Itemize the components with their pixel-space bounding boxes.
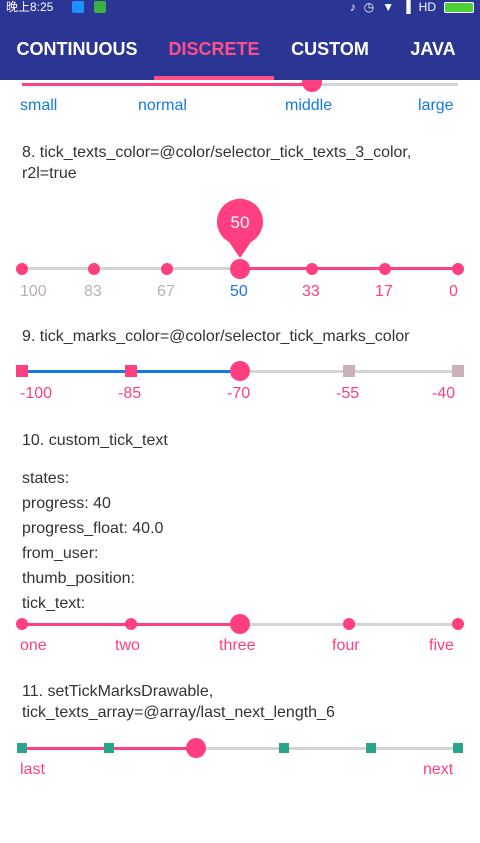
info-progress-float: progress_float: 40.0 — [22, 520, 164, 537]
tab-bar: CONTINUOUS DISCRETE CUSTOM JAVA — [0, 14, 480, 80]
wifi-icon: ▼ — [382, 0, 395, 14]
tick-mark-icon — [279, 743, 289, 753]
tab-discrete[interactable]: DISCRETE — [154, 14, 274, 80]
tick-label: 50 — [230, 283, 248, 300]
tick-label: two — [115, 637, 140, 654]
tick-label: 67 — [157, 283, 175, 300]
tick-label: four — [332, 637, 360, 654]
seekbar-7-progress — [22, 83, 312, 86]
tab-custom[interactable]: CUSTOM — [274, 14, 386, 80]
notification-icon — [72, 1, 84, 13]
section-10-title: 10. custom_tick_text — [22, 432, 168, 449]
tick-mark — [161, 263, 173, 275]
info-states: states: — [22, 470, 70, 487]
tick-mark — [16, 263, 28, 275]
tick-label: next — [423, 761, 454, 778]
tick-mark — [343, 365, 355, 377]
tick-mark — [452, 263, 464, 275]
tab-continuous[interactable]: CONTINUOUS — [0, 14, 154, 80]
seekbar-9-thumb[interactable] — [230, 361, 250, 381]
tick-mark — [343, 618, 355, 630]
tick-mark-icon — [104, 743, 114, 753]
scroll-content[interactable]: small normal middle large 8. tick_texts_… — [0, 80, 480, 843]
tick-mark — [16, 618, 28, 630]
seekbar-7[interactable] — [0, 80, 480, 120]
tab-java[interactable]: JAVA — [386, 14, 480, 80]
seekbar-11-thumb[interactable] — [186, 738, 206, 758]
tick-mark — [88, 263, 100, 275]
tick-label: -40 — [432, 385, 456, 402]
tick-label: -85 — [118, 385, 142, 402]
seekbar-8-track — [22, 267, 240, 270]
status-bar: 晚上8:25 ♪ ◷ ▼ ▐ HD — [0, 0, 480, 14]
section-9-title: 9. tick_marks_color=@color/selector_tick… — [22, 328, 410, 345]
info-tick-text: tick_text: — [22, 595, 86, 612]
seekbar-10-thumb[interactable] — [230, 614, 250, 634]
tick-mark — [452, 618, 464, 630]
section-11-title-line1: 11. setTickMarksDrawable, — [22, 683, 214, 700]
tick-label: 17 — [375, 283, 393, 300]
tick-mark — [379, 263, 391, 275]
battery-icon — [444, 1, 474, 13]
tick-label: normal — [138, 97, 187, 114]
seekbar-7-track — [312, 83, 458, 86]
tick-mark-icon — [453, 743, 463, 753]
wechat-icon — [94, 1, 106, 13]
indicator-text: 50 — [230, 213, 250, 232]
tick-label: large — [418, 97, 454, 114]
section-11-title-line2: tick_texts_array=@array/last_next_length… — [22, 704, 335, 721]
tick-mark — [16, 365, 28, 377]
seekbar-7-thumb[interactable] — [302, 80, 322, 92]
seekbar-8-thumb[interactable] — [230, 259, 250, 279]
tick-mark-icon — [17, 743, 27, 753]
tick-mark — [452, 365, 464, 377]
seekbar-11-track — [196, 747, 458, 750]
status-icons: ♪ ◷ ▼ ▐ HD — [350, 0, 474, 14]
tick-label: middle — [285, 97, 333, 114]
tick-label: 83 — [84, 283, 102, 300]
tick-label: small — [20, 97, 58, 114]
tick-label: 33 — [302, 283, 320, 300]
tick-label: -55 — [336, 385, 360, 402]
tick-label: 100 — [20, 283, 47, 300]
tick-mark-icon — [366, 743, 376, 753]
status-time: 晚上8:25 — [6, 0, 54, 14]
tick-label: -100 — [20, 385, 53, 402]
tick-mark — [125, 618, 137, 630]
tick-label: one — [20, 637, 47, 654]
alarm-icon: ◷ — [363, 0, 375, 14]
tick-mark — [125, 365, 137, 377]
info-from-user: from_user: — [22, 545, 99, 562]
seekbar-11[interactable] — [0, 738, 480, 762]
tick-label: five — [429, 637, 454, 654]
tick-mark — [306, 263, 318, 275]
tick-label: 0 — [449, 283, 458, 300]
info-thumb-position: thumb_position: — [22, 570, 135, 587]
network-type: HD — [418, 0, 436, 14]
mute-icon: ♪ — [349, 0, 356, 14]
info-progress: progress: 40 — [22, 495, 111, 512]
tick-label: three — [219, 637, 256, 654]
section-8-title: 8. tick_texts_color=@color/selector_tick… — [22, 144, 412, 182]
tick-label: last — [20, 761, 45, 778]
seekbar-8-progress — [240, 267, 458, 270]
tick-label: -70 — [227, 385, 251, 402]
signal-icon: ▐ — [402, 0, 411, 14]
